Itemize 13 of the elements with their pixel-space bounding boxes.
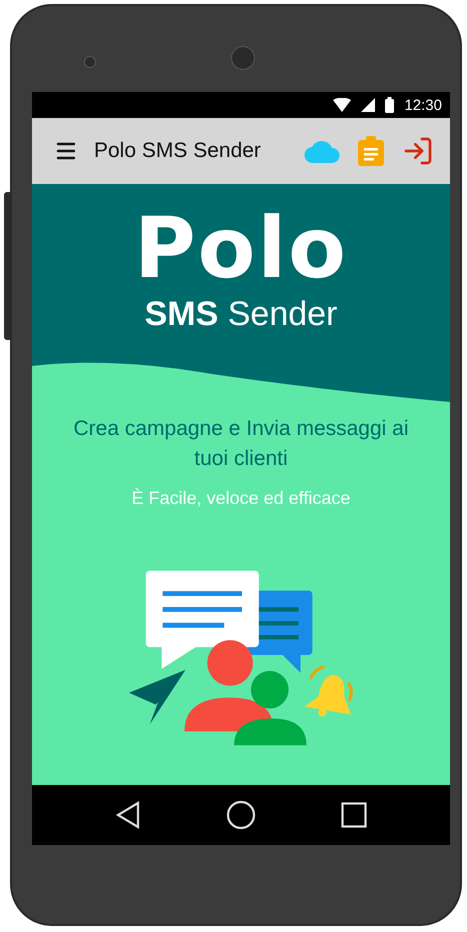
status-time: 12:30 <box>404 96 442 114</box>
wifi-icon <box>333 98 352 112</box>
logo-subtitle: SMS Sender <box>144 294 338 334</box>
speaker-dot <box>84 56 96 68</box>
battery-icon <box>385 97 394 113</box>
app-title: Polo SMS Sender <box>94 139 262 163</box>
tagline-text: È Facile, veloce ed efficace <box>132 488 350 509</box>
logo-text: Polo <box>134 202 348 294</box>
clipboard-button[interactable] <box>356 134 386 168</box>
signal-icon <box>361 98 376 112</box>
headline-text: Crea campagne e Invia messaggi ai tuoi clienti <box>72 416 410 472</box>
camera-lens <box>231 46 255 70</box>
recents-button[interactable] <box>339 800 370 830</box>
